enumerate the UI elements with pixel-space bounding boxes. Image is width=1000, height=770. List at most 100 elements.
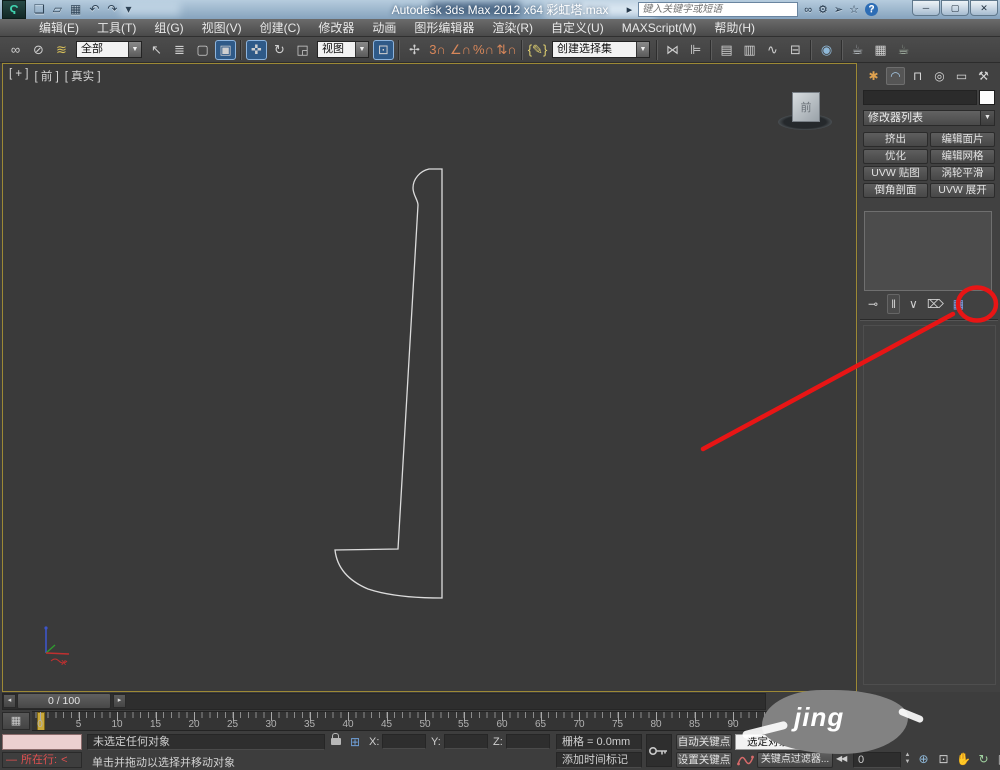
toolbar-overflow-icon[interactable]: ▸ [627, 3, 633, 16]
window-crossing-toggle-icon[interactable]: ▣ [215, 39, 236, 60]
search-input[interactable] [638, 2, 799, 17]
layer-manager-icon[interactable]: ▤ [716, 40, 737, 60]
tab-modify[interactable]: ◠ [886, 67, 905, 85]
selection-region-rectangle-icon[interactable]: ▢ [192, 40, 213, 60]
modifier-button-1[interactable]: 编辑面片 [930, 132, 995, 147]
menu-item-9[interactable]: 自定义(U) [542, 19, 613, 37]
use-pivot-point-center-icon[interactable]: ⊡ [373, 39, 394, 60]
angle-snap-toggle-icon[interactable]: ∠∩ [450, 40, 471, 60]
unlink-selection-icon[interactable]: ⊘ [28, 40, 49, 60]
rendered-frame-window-icon[interactable]: ▦ [870, 40, 891, 60]
close-button[interactable]: ✕ [970, 0, 998, 16]
snaps-toggle-icon[interactable]: 3∩ [427, 40, 448, 60]
material-editor-icon[interactable]: ◉ [816, 40, 837, 60]
select-by-name-icon[interactable]: ≣ [169, 40, 190, 60]
menu-item-6[interactable]: 动画 [363, 19, 405, 37]
chevron-down-icon[interactable]: ▼ [355, 42, 368, 57]
tab-hierarchy[interactable]: ⊓ [908, 67, 927, 85]
menu-item-4[interactable]: 创建(C) [251, 19, 310, 37]
spinner-snap-toggle-icon[interactable]: ⇅∩ [496, 40, 517, 60]
modifier-stack-list[interactable] [864, 211, 992, 291]
select-and-link-icon[interactable]: ∞ [5, 40, 26, 60]
select-and-move-icon[interactable]: ✜ [246, 39, 267, 60]
viewcube-face[interactable]: 前 [792, 92, 820, 122]
tab-display[interactable]: ▭ [952, 67, 971, 85]
select-and-rotate-icon[interactable]: ↻ [269, 40, 290, 60]
menu-item-7[interactable]: 图形编辑器 [405, 19, 483, 37]
default-in-out-tangent-icon[interactable] [737, 754, 754, 767]
tab-motion[interactable]: ◎ [930, 67, 949, 85]
menu-item-0[interactable]: 编辑(E) [30, 19, 88, 37]
open-mini-curve-editor-button[interactable]: ▦ [2, 712, 30, 730]
save-file-icon[interactable]: ▦ [68, 0, 83, 19]
modifier-button-0[interactable]: 挤出 [863, 132, 928, 147]
pin-stack-icon[interactable]: ⊸ [868, 295, 878, 313]
set-key-button[interactable]: 设置关键点 [676, 752, 732, 768]
subscription-center-icon[interactable]: ⚙ [818, 3, 828, 16]
quick-toolbar-dropdown-icon[interactable]: ▾ [123, 0, 133, 19]
previous-frame-button[interactable]: ◂ [3, 694, 16, 708]
next-frame-button[interactable]: ▸ [113, 694, 126, 708]
object-name-field[interactable] [863, 90, 977, 105]
curve-editor-icon[interactable]: ∿ [762, 40, 783, 60]
make-unique-icon[interactable]: ∨ [909, 295, 918, 313]
redo-icon[interactable]: ↷ [105, 0, 119, 19]
show-end-result-icon[interactable]: ‖ [887, 294, 901, 314]
align-icon[interactable]: ⊫ [685, 40, 706, 60]
set-keys-button[interactable] [646, 734, 672, 767]
undo-icon[interactable]: ↶ [87, 0, 101, 19]
render-production-icon[interactable]: ☕ [893, 40, 914, 60]
chevron-down-icon[interactable]: ▼ [636, 42, 649, 57]
maximize-viewport-toggle-icon[interactable]: ◳ [996, 751, 1000, 768]
menu-item-1[interactable]: 工具(T) [88, 19, 145, 37]
tab-create[interactable]: ✱ [864, 67, 883, 85]
search-binoculars-icon[interactable]: ∞ [804, 4, 812, 16]
spline-profile-shape[interactable] [3, 64, 858, 693]
time-slider-handle[interactable]: 0 / 100 [17, 693, 111, 709]
remove-modifier-icon[interactable]: ⌦ [927, 295, 944, 313]
menu-item-2[interactable]: 组(G) [145, 19, 192, 37]
modifier-button-5[interactable]: 涡轮平滑 [930, 166, 995, 181]
frame-spinner[interactable]: ▲ ▼ [903, 752, 912, 768]
select-and-scale-icon[interactable]: ◲ [292, 40, 313, 60]
modifier-button-7[interactable]: UVW 展开 [930, 183, 995, 198]
selection-filter-dropdown[interactable]: 全部 ▼ [76, 41, 142, 58]
orbit-icon[interactable]: ↻ [976, 751, 991, 768]
named-selection-set-dropdown[interactable]: 创建选择集 ▼ [552, 41, 650, 58]
add-time-tag[interactable]: 添加时间标记 [556, 752, 642, 768]
modifier-button-4[interactable]: UVW 贴图 [863, 166, 928, 181]
maxscript-mini-listener[interactable] [2, 734, 82, 750]
schematic-view-icon[interactable]: ⊟ [785, 40, 806, 60]
x-coordinate-field[interactable] [382, 734, 426, 749]
percent-snap-toggle-icon[interactable]: %∩ [473, 40, 494, 60]
menu-item-10[interactable]: MAXScript(M) [613, 19, 706, 37]
modifier-button-3[interactable]: 编辑网格 [930, 149, 995, 164]
macro-line-arrow[interactable]: < [61, 753, 67, 767]
minimize-button[interactable]: ─ [912, 0, 940, 16]
current-frame-field[interactable]: 0 [853, 752, 901, 768]
zoom-icon[interactable]: ⊕ [916, 751, 931, 768]
mirror-icon[interactable]: ⋈ [662, 40, 683, 60]
viewcube[interactable]: 前 [778, 92, 834, 132]
selection-lock-icon[interactable] [331, 733, 341, 745]
z-coordinate-field[interactable] [506, 734, 550, 749]
menu-item-5[interactable]: 修改器 [309, 19, 363, 37]
zoom-region-icon[interactable]: ⊡ [936, 751, 951, 768]
favorites-icon[interactable]: ☆ [849, 3, 859, 16]
communication-center-icon[interactable]: ➢ [834, 3, 843, 16]
modifier-list-dropdown[interactable]: 修改器列表 ▼ [863, 110, 995, 126]
select-object-icon[interactable]: ↖ [146, 40, 167, 60]
scene-explorer-icon[interactable]: ▥ [739, 40, 760, 60]
absolute-mode-icon[interactable]: ⊞ [350, 735, 360, 749]
viewport-front[interactable]: [ + ] [ 前 ] [ 真实 ] 前 x [2, 63, 857, 692]
auto-key-button[interactable]: 自动关键点 [676, 734, 732, 750]
modifier-button-2[interactable]: 优化 [863, 149, 928, 164]
new-scene-icon[interactable]: ❏ [32, 0, 47, 19]
frame-ruler[interactable]: 0 5 10 15 20 25 30 35 40 45 50 55 60 65 70 75 80 85 90 [32, 711, 768, 731]
bind-to-space-warp-icon[interactable]: ≋ [51, 40, 72, 60]
pan-view-icon[interactable]: ✋ [956, 751, 971, 768]
menu-item-3[interactable]: 视图(V) [193, 19, 251, 37]
object-color-swatch[interactable] [979, 90, 995, 105]
modifier-button-6[interactable]: 倒角剖面 [863, 183, 928, 198]
help-icon[interactable]: ? [865, 3, 878, 16]
